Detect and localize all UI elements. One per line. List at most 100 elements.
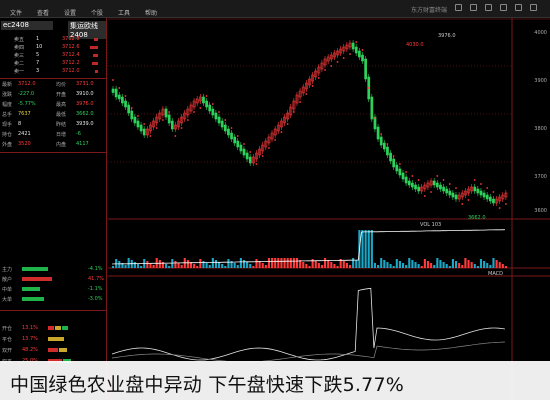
sar-dot <box>193 111 195 113</box>
orderbook-row[interactable]: 卖一 3 3712.0 <box>0 68 107 76</box>
volume-bar <box>442 262 445 268</box>
ob-qty: 7 <box>36 60 40 66</box>
user-icon[interactable] <box>485 4 492 11</box>
volume-bar <box>367 230 370 268</box>
ob-label: 卖一 <box>14 69 25 75</box>
candle <box>389 152 392 162</box>
flow-label: 大单 <box>2 297 13 303</box>
orderbook-row[interactable]: 卖四 10 3712.6 <box>0 44 107 52</box>
sar-dot <box>411 175 414 177</box>
volume-bar <box>361 230 364 268</box>
quote-label: 最低 <box>56 112 67 118</box>
stat-bar <box>55 326 61 330</box>
volume-bar <box>152 265 155 268</box>
maximize-icon[interactable] <box>515 4 522 11</box>
sar-dot <box>324 69 326 71</box>
sar-dot <box>280 131 283 133</box>
minimize-icon[interactable] <box>500 4 507 11</box>
candlestick-series <box>111 40 508 206</box>
sar-dot <box>317 77 320 79</box>
sar-dot <box>299 101 301 103</box>
sar-dot <box>161 119 164 121</box>
ob-label: 卖四 <box>14 45 25 51</box>
volume-bar <box>408 258 411 268</box>
volume-bar <box>355 260 358 268</box>
stat-label: 平仓 <box>2 337 13 343</box>
candle <box>239 144 243 152</box>
sar-dot <box>149 135 152 137</box>
volume-bar <box>386 262 389 268</box>
sar-dot <box>255 163 258 165</box>
volume-bar <box>283 258 286 268</box>
quote-label: 最高 <box>56 102 67 108</box>
volume-bar <box>454 261 458 268</box>
candle <box>417 186 420 192</box>
menu-tools[interactable]: 工具 <box>118 8 130 17</box>
candle <box>364 58 367 80</box>
candle <box>407 180 411 186</box>
flow-value: -4.1% <box>88 266 103 272</box>
volume-bar <box>398 261 401 268</box>
volume-bar <box>202 261 205 268</box>
volume-bar <box>486 263 489 268</box>
menu-help[interactable]: 帮助 <box>145 8 157 17</box>
sar-dot <box>305 93 308 95</box>
volume-bar <box>302 262 305 268</box>
candle <box>351 42 355 50</box>
volume-bar <box>171 259 174 268</box>
volume-bar <box>199 259 202 268</box>
volume-bar <box>277 258 280 268</box>
sar-dot <box>342 57 345 59</box>
gear-icon[interactable] <box>470 4 477 11</box>
sar-dot <box>467 199 470 201</box>
price-chart-area[interactable]: 3976.0 4030.0 3662.0 VOL 103 MACD 4000 3… <box>108 18 550 400</box>
stat-bar <box>48 326 54 330</box>
quote-label: 开盘 <box>56 92 67 98</box>
volume-bar <box>261 263 264 268</box>
sar-dot <box>498 207 501 209</box>
quote-value: -5.77% <box>18 101 36 107</box>
volume-bar <box>377 265 380 268</box>
menu-stock[interactable]: 个股 <box>91 8 103 17</box>
volume-bar <box>380 258 383 268</box>
ob-qty: 3 <box>36 68 40 74</box>
candle <box>133 116 137 124</box>
quote-panel: ec2408 集运欧线2408 卖五 1 3712.8 卖四 10 3712.6… <box>0 18 107 400</box>
volume-bar <box>274 258 277 268</box>
orderbook-row[interactable]: 卖三 5 3712.4 <box>0 52 107 60</box>
quote-value: 3712.0 <box>18 81 36 87</box>
search-icon[interactable] <box>455 4 462 11</box>
volume-bar <box>504 266 507 268</box>
quote-value: 8 <box>18 121 22 127</box>
volume-bar <box>383 260 386 268</box>
stat-bar <box>48 348 58 352</box>
volume-bar <box>336 266 339 268</box>
menu-view[interactable]: 查看 <box>37 8 49 17</box>
candle <box>208 104 212 112</box>
candle <box>451 192 455 198</box>
close-icon[interactable] <box>530 4 537 11</box>
volume-bar <box>289 258 292 268</box>
candle <box>395 164 399 172</box>
candle <box>404 176 408 184</box>
sar-dot <box>480 183 482 185</box>
news-caption: 中国绿色农业盘中异动 下午盘快速下跌5.77% <box>0 361 550 400</box>
stat-label: 开仓 <box>2 326 13 332</box>
candle <box>439 184 442 190</box>
menu-file[interactable]: 文件 <box>10 8 22 17</box>
quote-value: 3910.0 <box>76 91 94 97</box>
sar-dot <box>168 111 171 113</box>
volume-bar <box>208 265 211 268</box>
sar-dot <box>423 195 426 197</box>
ob-qty: 10 <box>36 44 43 50</box>
candle <box>442 186 445 192</box>
volume-bar <box>168 266 171 268</box>
orderbook-row[interactable]: 卖二 7 3712.2 <box>0 60 107 68</box>
volume-bar <box>370 230 373 268</box>
sar-dot <box>292 111 295 113</box>
volume-bar <box>124 265 127 268</box>
candle <box>167 114 171 124</box>
orderbook-row[interactable]: 卖五 1 3712.8 <box>0 36 107 44</box>
menu-settings[interactable]: 设置 <box>64 8 76 17</box>
sar-dot <box>355 41 358 43</box>
